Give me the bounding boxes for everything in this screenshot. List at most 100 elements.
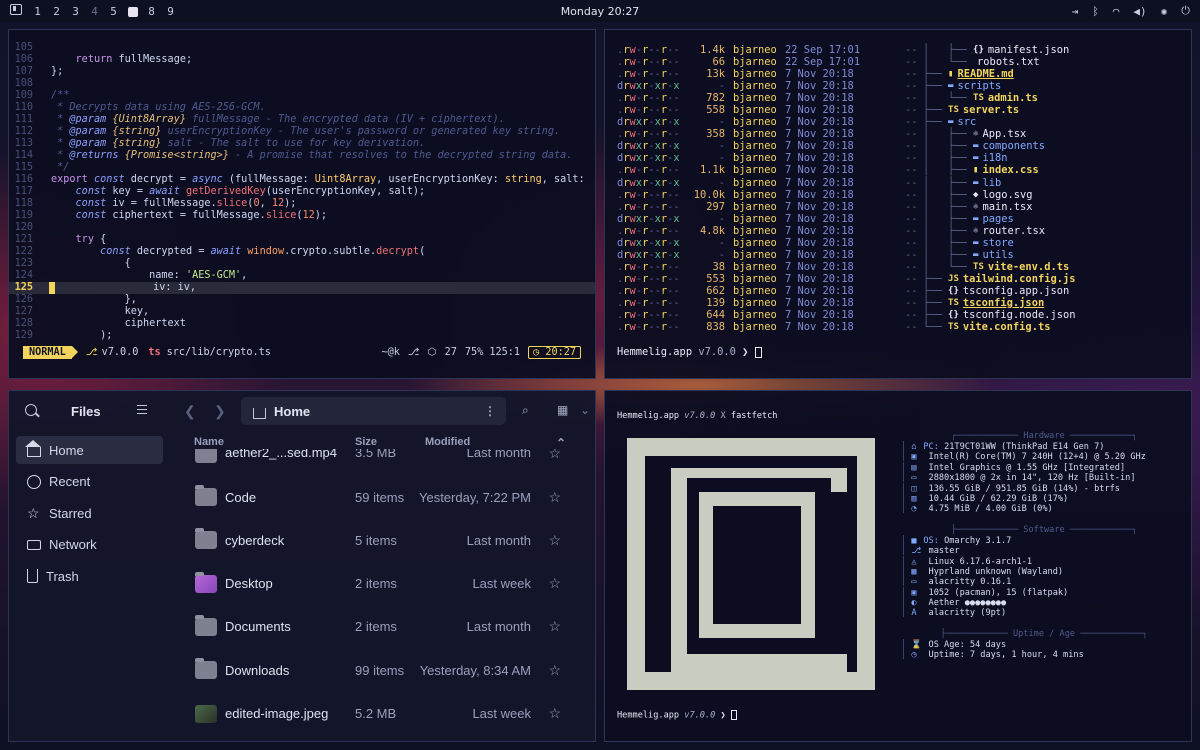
- view-grid-icon[interactable]: ▦: [557, 403, 568, 417]
- star-icon[interactable]: ☆: [548, 449, 561, 462]
- listing-row[interactable]: .rw-r--r-- 1.1k bjarneo 7 Nov 20:18 -- │ ├── …: [617, 164, 1181, 176]
- more-icon[interactable]: ⋮: [484, 404, 496, 418]
- code-line[interactable]: 124 name: 'AES-GCM',: [9, 270, 595, 282]
- listing-row[interactable]: drwxr-xr-x - bjarneo 7 Nov 20:18 -- │ ├── ▬ i1…: [617, 152, 1181, 164]
- listing-row[interactable]: drwxr-xr-x - bjarneo 7 Nov 20:18 -- ├── ▬ scri…: [617, 80, 1181, 92]
- listing-row[interactable]: .rw-r--r-- 553 bjarneo 7 Nov 20:18 -- ├── JS t…: [617, 273, 1181, 285]
- file-row[interactable]: Documents 2 items Last month ☆: [164, 606, 595, 648]
- star-icon[interactable]: ☆: [548, 662, 561, 679]
- star-icon[interactable]: ☆: [548, 489, 561, 506]
- code-line[interactable]: 113 * @param {string} salt - The salt to…: [9, 138, 595, 150]
- workspace-4[interactable]: 4: [85, 5, 104, 18]
- file-row[interactable]: Downloads 99 items Yesterday, 8:34 AM ☆: [164, 649, 595, 691]
- sidebar-item-trash[interactable]: Trash: [16, 562, 163, 590]
- sidebar-item-home[interactable]: Home: [16, 436, 163, 464]
- file-row[interactable]: cyberdeck 5 items Last month ☆: [164, 519, 595, 561]
- listing-row[interactable]: .rw-r--r-- 782 bjarneo 7 Nov 20:18 -- │ └── T…: [617, 92, 1181, 104]
- brightness-icon[interactable]: ✺: [1161, 5, 1168, 18]
- code-line[interactable]: 119 const ciphertext = fullMessage.slice…: [9, 210, 595, 222]
- file-row[interactable]: Desktop 2 items Last week ☆: [164, 563, 595, 605]
- code-line[interactable]: 110 * Decrypts data using AES-256-GCM.: [9, 102, 595, 114]
- sidebar-item-recent[interactable]: Recent: [16, 468, 163, 496]
- wifi-icon[interactable]: ◠: [1113, 5, 1120, 18]
- code-line[interactable]: 117 const key = await getDerivedKey(user…: [9, 186, 595, 198]
- listing-row[interactable]: drwxr-xr-x - bjarneo 7 Nov 20:18 -- │ ├── ▬ ut…: [617, 249, 1181, 261]
- volume-icon[interactable]: ◀): [1133, 5, 1146, 18]
- column-size[interactable]: Size: [355, 436, 377, 448]
- search-folder-icon[interactable]: ⌕: [522, 403, 529, 418]
- listing-row[interactable]: .rw-r--r-- 644 bjarneo 7 Nov 20:18 -- ├── {} t…: [617, 309, 1181, 321]
- code-line[interactable]: 105: [9, 42, 595, 54]
- file-manager-window[interactable]: Files Home Recent ☆ Starred Network Trash ❮ ❯…: [8, 390, 596, 742]
- listing-row[interactable]: .rw-r--r-- 139 bjarneo 7 Nov 20:18 -- ├── TS t…: [617, 297, 1181, 309]
- power-icon[interactable]: ⏻: [1181, 4, 1190, 18]
- menu-icon[interactable]: [137, 405, 147, 414]
- clock[interactable]: Monday 20:27: [0, 5, 1200, 18]
- listing-row[interactable]: .rw-r--r-- 558 bjarneo 7 Nov 20:18 -- ├── TS s…: [617, 104, 1181, 116]
- workspace-3[interactable]: 3: [66, 5, 85, 18]
- code-line[interactable]: 114 * @returns {Promise<string>} - A pro…: [9, 150, 595, 162]
- logout-icon[interactable]: ⇥: [1072, 5, 1079, 18]
- forward-button[interactable]: ❯: [214, 403, 226, 420]
- code-line[interactable]: 120: [9, 222, 595, 234]
- listing-row[interactable]: .rw-r--r-- 1.4k bjarneo 22 Sep 17:01 -- │ ├──…: [617, 44, 1181, 56]
- listing-row[interactable]: drwxr-xr-x - bjarneo 7 Nov 20:18 -- │ ├── ▬ st…: [617, 237, 1181, 249]
- file-row[interactable]: Code 59 items Yesterday, 7:22 PM ☆: [164, 476, 595, 518]
- listing-row[interactable]: .rw-r--r-- 358 bjarneo 7 Nov 20:18 -- │ ├── ⚛…: [617, 128, 1181, 140]
- workspace-6[interactable]: [123, 5, 142, 18]
- listing-row[interactable]: .rw-r--r-- 66 bjarneo 22 Sep 17:01 -- │ └── r…: [617, 56, 1181, 68]
- code-line[interactable]: 108: [9, 78, 595, 90]
- sidebar-item-network[interactable]: Network: [16, 531, 163, 559]
- column-modified[interactable]: Modified: [425, 436, 470, 448]
- code-line[interactable]: 107};: [9, 66, 595, 78]
- code-line[interactable]: 109 /**: [9, 90, 595, 102]
- code-line[interactable]: 111 * @param {Uint8Array} fullMessage - …: [9, 114, 595, 126]
- code-line[interactable]: 128 ciphertext: [9, 318, 595, 330]
- sort-icon[interactable]: ⌃: [556, 436, 566, 450]
- listing-row[interactable]: .rw-r--r-- 4.8k bjarneo 7 Nov 20:18 -- │ ├── …: [617, 225, 1181, 237]
- code-line[interactable]: 123 {: [9, 258, 595, 270]
- file-row[interactable]: edited-image.jpeg 5.2 MB Last week ☆: [164, 693, 595, 735]
- editor-pane[interactable]: 105 106 return fullMessage; 107}; 108 109/**…: [8, 29, 596, 379]
- code-line[interactable]: 116 export const decrypt = async (fullMes…: [9, 174, 595, 186]
- shell-prompt[interactable]: Hemmelig.app v7.0.0 ❯: [617, 710, 737, 721]
- code-area[interactable]: 105 106 return fullMessage; 107}; 108 109/**…: [9, 42, 595, 342]
- sidebar-item-starred[interactable]: ☆ Starred: [16, 499, 163, 527]
- star-icon[interactable]: ☆: [548, 575, 561, 592]
- star-icon[interactable]: ☆: [548, 618, 561, 635]
- fastfetch-pane[interactable]: Hemmelig.app v7.0.0 X fastfetch ┌───────…: [604, 390, 1192, 742]
- code-line[interactable]: 125 iv: iv,: [9, 282, 595, 294]
- listing-row[interactable]: drwxr-xr-x - bjarneo 7 Nov 20:18 -- │ ├── ▬ pa…: [617, 213, 1181, 225]
- code-line[interactable]: 122 const decrypted = await window.crypt…: [9, 246, 595, 258]
- path-bar[interactable]: Home ⋮: [241, 397, 506, 425]
- bluetooth-icon[interactable]: ᛒ: [1092, 5, 1099, 18]
- star-icon[interactable]: ☆: [548, 705, 561, 722]
- listing-row[interactable]: .rw-r--r-- 838 bjarneo 7 Nov 20:18 -- └── TS v…: [617, 321, 1181, 333]
- column-name[interactable]: Name: [194, 436, 224, 448]
- search-icon[interactable]: [25, 404, 37, 416]
- view-options-icon[interactable]: ⌄: [580, 403, 590, 417]
- code-line[interactable]: 106 return fullMessage;: [9, 54, 595, 66]
- back-button[interactable]: ❮: [184, 403, 196, 420]
- code-line[interactable]: 112 * @param {string} userEncryptionKey …: [9, 126, 595, 138]
- listing-row[interactable]: .rw-r--r-- 13k bjarneo 7 Nov 20:18 -- ├── ▮ RE…: [617, 68, 1181, 80]
- code-line[interactable]: 129 );: [9, 330, 595, 342]
- launcher-icon[interactable]: [10, 4, 22, 18]
- workspace-1[interactable]: 1: [28, 5, 47, 18]
- listing-row[interactable]: .rw-r--r-- 297 bjarneo 7 Nov 20:18 -- │ ├── ⚛…: [617, 201, 1181, 213]
- listing-row[interactable]: drwxr-xr-x - bjarneo 7 Nov 20:18 -- ├── ▬ src: [617, 116, 1181, 128]
- code-line[interactable]: 118 const iv = fullMessage.slice(0, 12);: [9, 198, 595, 210]
- workspace-8[interactable]: 9: [161, 5, 180, 18]
- listing-row[interactable]: .rw-r--r-- 38 bjarneo 7 Nov 20:18 -- │ └── TS…: [617, 261, 1181, 273]
- workspace-7[interactable]: 8: [142, 5, 161, 18]
- listing-row[interactable]: .rw-r--r-- 10.0k bjarneo 7 Nov 20:18 -- │ ├──…: [617, 189, 1181, 201]
- shell-prompt[interactable]: Hemmelig.app v7.0.0 ❯: [617, 346, 762, 358]
- star-icon[interactable]: ☆: [548, 532, 561, 549]
- workspace-5[interactable]: 5: [104, 5, 123, 18]
- terminal-listing-pane[interactable]: .rw-r--r-- 1.4k bjarneo 22 Sep 17:01 -- │ ├──…: [604, 29, 1192, 379]
- listing-row[interactable]: drwxr-xr-x - bjarneo 7 Nov 20:18 -- │ ├── ▬ li…: [617, 177, 1181, 189]
- code-line[interactable]: 115 */: [9, 162, 595, 174]
- listing-row[interactable]: .rw-r--r-- 662 bjarneo 7 Nov 20:18 -- ├── {} t…: [617, 285, 1181, 297]
- file-row[interactable]: aether2_...sed.mp4 3.5 MB Last month ☆: [164, 449, 595, 463]
- listing-row[interactable]: drwxr-xr-x - bjarneo 7 Nov 20:18 -- │ ├── ▬ co…: [617, 140, 1181, 152]
